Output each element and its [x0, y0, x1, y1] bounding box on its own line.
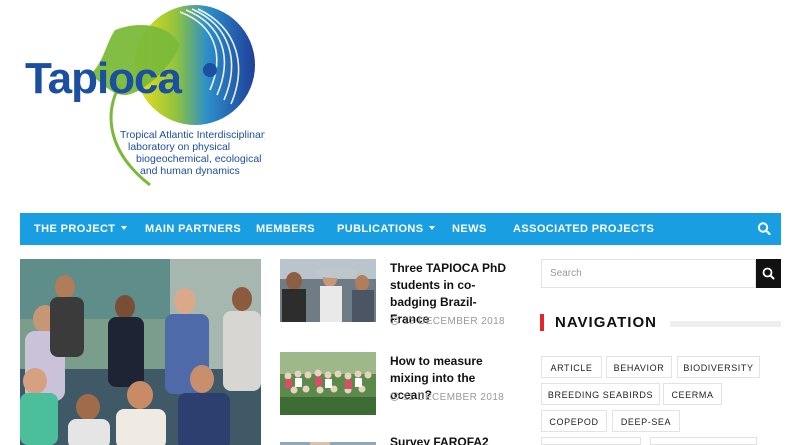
group-photo [20, 259, 261, 445]
clock-icon [390, 316, 399, 325]
tag-partial[interactable] [650, 437, 757, 445]
featured-post-image[interactable] [20, 259, 261, 445]
sidebar-search-button[interactable] [756, 259, 781, 288]
nav-item-associated-projects[interactable]: ASSOCIATED PROJECTS [513, 213, 654, 245]
tag-deep-sea[interactable]: DEEP-SEA [612, 410, 680, 432]
nav-item-label: MEMBERS [256, 223, 316, 235]
nav-item-label: PUBLICATIONS [337, 223, 424, 235]
nav-item-members[interactable]: MEMBERS [256, 213, 315, 245]
post-title-text: Survey FAROFA2 [390, 437, 489, 445]
search-icon [762, 267, 775, 280]
nav-item-label: THE PROJECT [34, 223, 116, 235]
caret-down-icon [121, 226, 128, 231]
svg-text:Tropical Atlantic Interdiscipl: Tropical Atlantic Interdisciplinary labo… [120, 129, 265, 177]
tag-ceerma[interactable]: CEERMA [663, 383, 722, 405]
logo-tagline-line: laboratory on physical [128, 141, 230, 153]
logo-tagline-line: biogeochemical, ecological [136, 153, 262, 165]
nav-item-label: ASSOCIATED PROJECTS [513, 223, 655, 235]
heading-divider [670, 321, 781, 327]
tag-breeding-seabirds[interactable]: BREEDING SEABIRDS [541, 383, 660, 405]
post-thumbnail[interactable] [280, 259, 376, 322]
post-photo [280, 259, 376, 322]
post-title-link[interactable]: Survey FAROFA2 [390, 437, 515, 445]
tag-copepod[interactable]: COPEPOD [541, 410, 607, 432]
tapioca-logo-graphic: Tapioca Tropical Atlantic Interdisciplin… [25, 5, 265, 187]
main-nav: THE PROJECT MAIN PARTNERS MEMBERS PUBLIC… [20, 213, 781, 245]
sidebar-search-input[interactable] [541, 259, 756, 288]
caret-down-icon [429, 226, 436, 231]
logo-tagline-line: and human dynamics [140, 165, 240, 177]
post-photo [280, 352, 376, 415]
post-thumbnail[interactable] [280, 437, 376, 445]
sidebar-heading: NAVIGATION [555, 314, 657, 331]
nav-item-the-project[interactable]: THE PROJECT [34, 213, 128, 245]
logo-wordmark: Tapioca [25, 54, 183, 103]
post-date: 13 DECEMBER 2018 [390, 316, 505, 327]
tag-biodiversity[interactable]: BIODIVERSITY [677, 356, 760, 378]
search-icon[interactable] [757, 221, 771, 237]
post-date-text: 13 DECEMBER 2018 [403, 316, 506, 327]
site-logo[interactable]: Tapioca Tropical Atlantic Interdisciplin… [20, 0, 265, 195]
nav-item-news[interactable]: NEWS [452, 213, 487, 245]
logo-tagline-line: Tropical Atlantic Interdisciplinary [120, 129, 265, 141]
nav-item-main-partners[interactable]: MAIN PARTNERS [145, 213, 241, 245]
nav-item-publications[interactable]: PUBLICATIONS [337, 213, 436, 245]
tag-behavior[interactable]: BEHAVIOR [606, 356, 672, 378]
nav-item-label: MAIN PARTNERS [145, 223, 242, 235]
heading-accent-bar [540, 314, 544, 331]
nav-item-label: NEWS [452, 223, 487, 235]
post-date: 11 DECEMBER 2018 [390, 392, 504, 403]
tag-article[interactable]: ARTICLE [541, 356, 602, 378]
clock-icon [390, 392, 399, 401]
post-date-text: 11 DECEMBER 2018 [403, 392, 505, 403]
tag-partial[interactable] [541, 437, 641, 445]
post-thumbnail[interactable] [280, 352, 376, 415]
